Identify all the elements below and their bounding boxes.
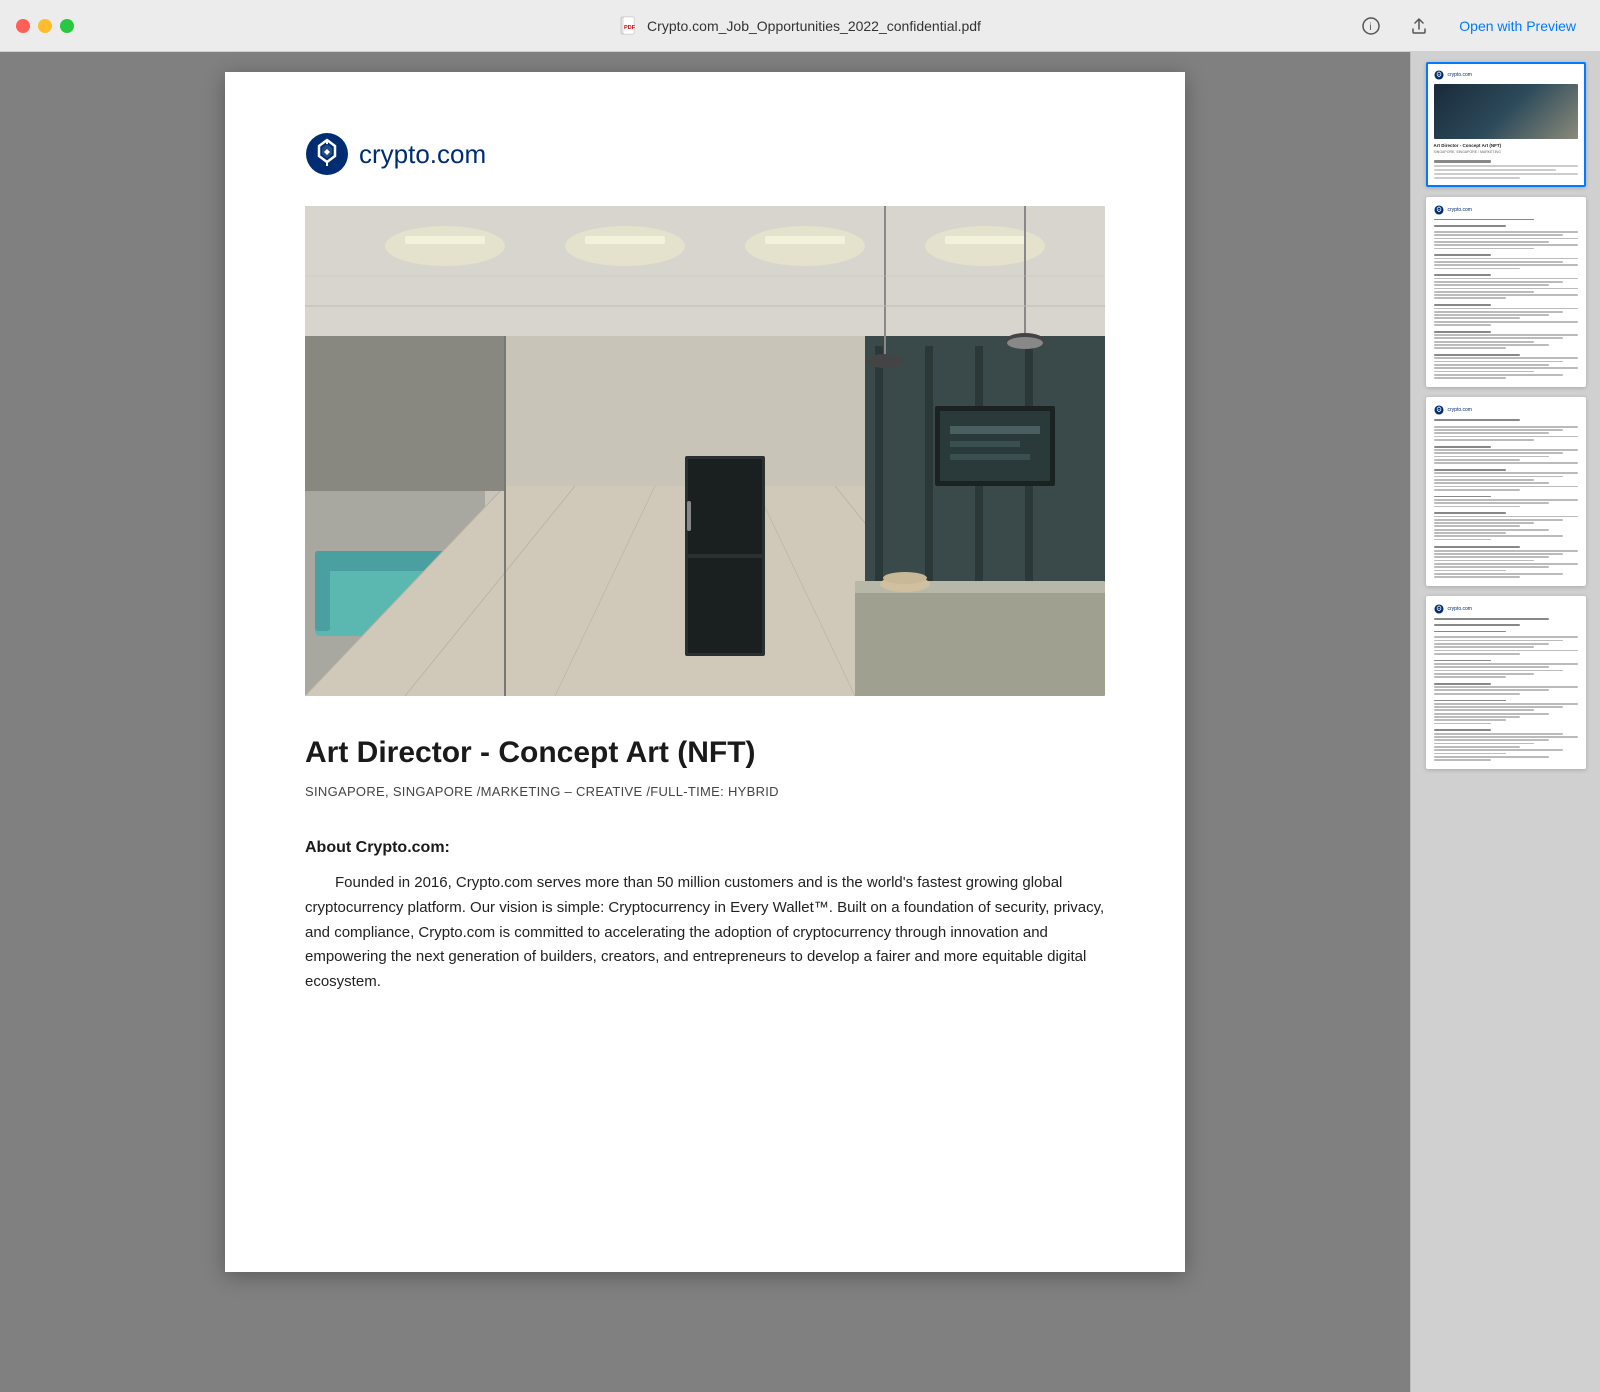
- thumb-title: Art Director - Concept Art (NFT): [1434, 143, 1578, 148]
- company-logo: crypto.com: [305, 132, 1105, 176]
- svg-text:i: i: [1370, 22, 1372, 33]
- pdf-icon: PDF: [619, 16, 639, 36]
- pdf-page: crypto.com: [225, 72, 1185, 1272]
- job-title: Art Director - Concept Art (NFT): [305, 736, 1105, 770]
- info-button[interactable]: i: [1355, 10, 1387, 42]
- about-body: Founded in 2016, Crypto.com serves more …: [305, 871, 1105, 995]
- thumb-logo-row: crypto.com: [1434, 70, 1578, 80]
- share-button[interactable]: [1403, 10, 1435, 42]
- thumb-logo-text-2: crypto.com: [1448, 207, 1472, 213]
- thumbnail-1[interactable]: crypto.com Art Director - Concept Art (N…: [1426, 62, 1586, 187]
- thumbnail-2[interactable]: crypto.com: [1426, 197, 1586, 387]
- thumb-lines: [1434, 157, 1578, 179]
- job-meta: SINGAPORE, SINGAPORE /MARKETING – CREATI…: [305, 784, 1105, 799]
- thumb-image: [1434, 84, 1578, 139]
- title-bar-center: PDF Crypto.com_Job_Opportunities_2022_co…: [619, 16, 981, 36]
- thumb-logo-row-2: crypto.com: [1434, 205, 1578, 215]
- thumbnail-4[interactable]: crypto.com: [1426, 596, 1586, 769]
- main-area: crypto.com: [0, 52, 1600, 1392]
- thumb-logo-text: crypto.com: [1448, 72, 1472, 78]
- thumbnail-panel[interactable]: crypto.com Art Director - Concept Art (N…: [1410, 52, 1600, 1392]
- crypto-logo-icon: [305, 132, 349, 176]
- thumb-text-lines-2: [1434, 219, 1578, 379]
- thumb-logo-row-3: crypto.com: [1434, 405, 1578, 415]
- maximize-button[interactable]: [60, 19, 74, 33]
- title-bar: PDF Crypto.com_Job_Opportunities_2022_co…: [0, 0, 1600, 52]
- about-heading: About Crypto.com:: [305, 839, 1105, 857]
- window-controls[interactable]: [16, 19, 74, 33]
- thumbnail-3[interactable]: crypto.com: [1426, 397, 1586, 586]
- open-preview-button[interactable]: Open with Preview: [1451, 14, 1584, 38]
- svg-text:PDF: PDF: [624, 25, 636, 31]
- thumb-logo-text-3: crypto.com: [1448, 407, 1472, 413]
- thumb-text-lines-4: [1434, 618, 1578, 761]
- pdf-viewer[interactable]: crypto.com: [0, 52, 1410, 1392]
- thumb-logo-text-4: crypto.com: [1448, 606, 1472, 612]
- office-image: [305, 206, 1105, 696]
- thumb-text-lines-3: [1434, 419, 1578, 578]
- title-bar-actions: i Open with Preview: [1355, 10, 1584, 42]
- minimize-button[interactable]: [38, 19, 52, 33]
- thumb-logo-row-4: crypto.com: [1434, 604, 1578, 614]
- close-button[interactable]: [16, 19, 30, 33]
- thumb-meta: SINGAPORE, SINGAPORE / MARKETING: [1434, 150, 1578, 154]
- logo-text: crypto.com: [359, 139, 486, 170]
- document-title: Crypto.com_Job_Opportunities_2022_confid…: [647, 18, 981, 34]
